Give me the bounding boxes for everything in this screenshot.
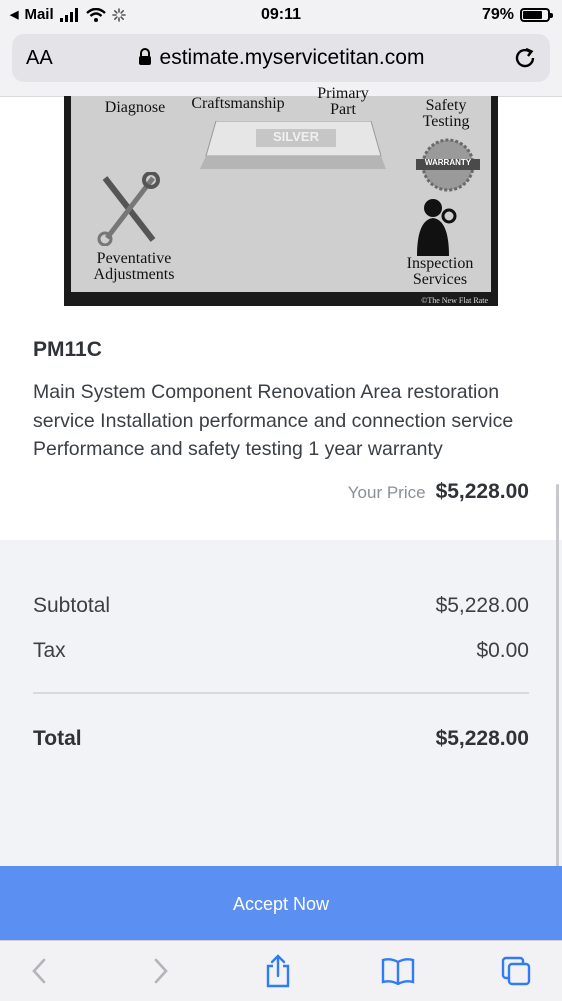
tabs-icon[interactable] — [498, 953, 534, 989]
address-bar[interactable]: AA estimate.myservicetitan.com — [12, 34, 550, 82]
total-row: Total $5,228.00 — [33, 727, 529, 751]
product-image: Diagnose Craftsmanship Primary Part Safe… — [64, 86, 498, 306]
battery-percent: 79% — [481, 6, 514, 23]
your-price-value: $5,228.00 — [435, 480, 529, 503]
subtotal-value: $5,228.00 — [435, 594, 529, 617]
tax-label: Tax — [33, 639, 66, 662]
share-icon[interactable] — [260, 953, 296, 989]
browser-header: AA estimate.myservicetitan.com — [0, 30, 562, 97]
warranty-label: WARRANTY — [424, 158, 472, 167]
item-code: PM11C — [33, 338, 102, 361]
url-text[interactable]: estimate.myservicetitan.com — [12, 46, 550, 70]
forward-icon[interactable] — [142, 953, 178, 989]
tax-row: Tax $0.00 — [33, 639, 529, 663]
lock-icon — [138, 48, 151, 65]
subtotal-label: Subtotal — [33, 594, 111, 617]
tools-icon — [97, 172, 160, 246]
label-primary-part: Primary Part — [317, 86, 369, 116]
price-row: Your Price $5,228.00 — [33, 480, 529, 510]
battery-icon — [520, 8, 553, 22]
status-bar: ◀ Mail 09:11 79% — [0, 0, 562, 30]
total-value: $5,228.00 — [435, 727, 529, 750]
label-safety-testing: Safety Testing — [422, 97, 470, 130]
tax-value: $0.00 — [476, 639, 529, 662]
inspector-icon — [417, 199, 457, 256]
item-description: Main System Component Renovation Area re… — [33, 381, 514, 460]
clock: 09:11 — [260, 6, 302, 23]
bookmarks-icon[interactable] — [380, 953, 416, 989]
label-inspection: Inspection Services — [406, 255, 474, 288]
label-craftsmanship: Craftsmanship — [191, 95, 285, 112]
browser-toolbar — [0, 940, 562, 1001]
battery-status: 79% — [481, 6, 553, 24]
total-label: Total — [33, 727, 82, 750]
reload-icon[interactable] — [512, 45, 538, 71]
summary-divider — [33, 692, 529, 694]
label-diagnose: Diagnose — [104, 99, 166, 116]
back-icon[interactable] — [22, 953, 58, 989]
label-preventative: Peventative Adjustments — [93, 250, 175, 283]
subtotal-row: Subtotal $5,228.00 — [33, 594, 529, 618]
silver-label: SILVER — [273, 129, 319, 144]
image-credit: ©The New Flat Rate — [421, 296, 488, 305]
scrollbar[interactable] — [556, 484, 559, 874]
your-price-label: Your Price — [347, 483, 426, 502]
accept-now-button[interactable]: Accept Now — [0, 866, 562, 940]
